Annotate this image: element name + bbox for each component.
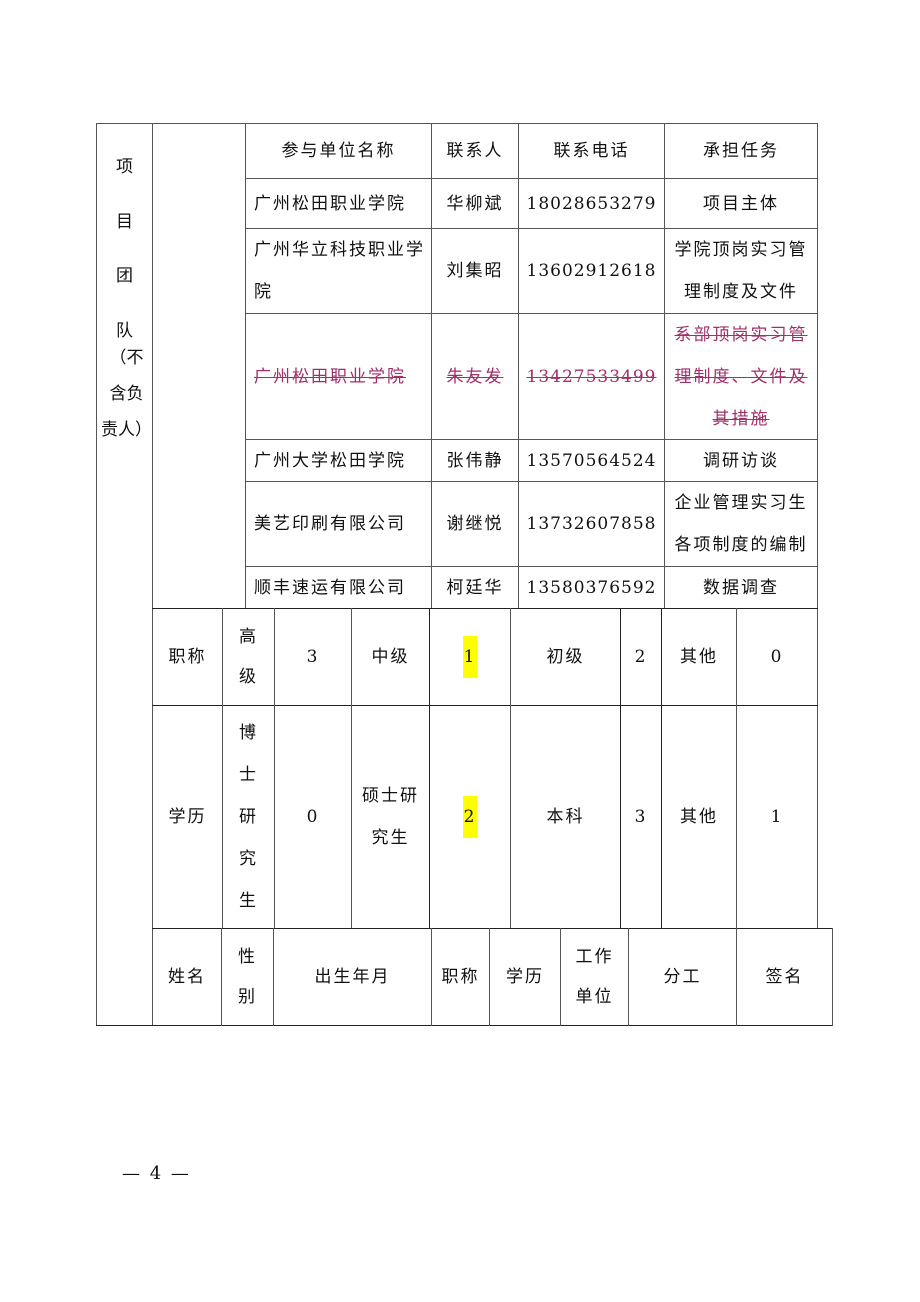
row-divider — [96, 1025, 833, 1026]
table-row-unit: 广州松田职业学院 — [254, 193, 406, 214]
table-row-contact-struck: 朱友发 — [432, 314, 518, 439]
label-char: 责人） — [101, 420, 152, 440]
education-other-count: 1 — [770, 807, 784, 827]
table-row-task: 数据调查 — [703, 577, 779, 598]
header-task: 承担任务 — [703, 141, 779, 161]
junior-label: 初级 — [546, 647, 585, 667]
bachelor-label: 本科 — [546, 807, 585, 827]
struck-text: 13427533499 — [526, 366, 657, 387]
struck-text: 朱友发 — [446, 366, 504, 387]
table-row-phone: 13732607858 — [526, 514, 657, 534]
table-row-phone: 13570564524 — [526, 450, 657, 471]
header-signature: 签名 — [765, 967, 804, 987]
table-row-contact: 张伟静 — [446, 450, 504, 471]
phd-label: 博士研究生 — [239, 723, 258, 911]
table-row-contact: 谢继悦 — [446, 514, 504, 534]
master-count: 2 — [462, 796, 478, 838]
header-division: 分工 — [663, 967, 702, 987]
table-row-task: 项目主体 — [703, 193, 779, 214]
header-title: 职称 — [441, 967, 480, 987]
table-row-phone: 13602912618 — [526, 261, 657, 281]
table-row-task: 调研访谈 — [703, 450, 779, 471]
table-row-phone: 18028653279 — [526, 193, 657, 214]
header-birth: 出生年月 — [314, 967, 391, 987]
table-row-phone: 13580376592 — [526, 577, 657, 598]
label-char: 含负 — [109, 384, 144, 404]
label-char: 目 — [116, 211, 133, 232]
table-row-task-struck: 系部顶岗实习管理制度、文件及其措施 — [665, 314, 817, 439]
table-row-contact: 华柳斌 — [446, 193, 504, 214]
table-row-unit: 美艺印刷有限公司 — [254, 514, 406, 534]
page-number: — 4 — — [122, 1163, 191, 1184]
team-section-label: 项 目 团 队 — [97, 140, 152, 358]
bachelor-count: 3 — [634, 807, 648, 827]
senior-label: 高级 — [239, 627, 258, 687]
phd-count: 0 — [306, 807, 320, 827]
struck-text: 广州松田职业学院 — [254, 366, 406, 387]
title-other-count: 0 — [770, 647, 784, 667]
table-border — [817, 123, 818, 928]
header-workplace: 工作单位 — [575, 947, 614, 1007]
struck-text: 系部顶岗实习管理制度、文件及其措施 — [674, 324, 808, 429]
header-phone: 联系电话 — [553, 141, 630, 161]
table-row-unit-struck: 广州松田职业学院 — [246, 314, 431, 439]
table-row-task: 学院顶岗实习管理制度及文件 — [674, 240, 808, 302]
master-label: 硕士研究生 — [362, 786, 419, 848]
header-education: 学历 — [506, 967, 544, 987]
header-name: 姓名 — [168, 967, 206, 987]
middle-count: 1 — [462, 636, 478, 678]
header-contact: 联系人 — [446, 141, 504, 161]
middle-count-cell: 1 — [430, 609, 510, 705]
label-char: 项 — [116, 157, 133, 177]
table-row-task: 企业管理实习生各项制度的编制 — [674, 493, 808, 555]
header-gender: 性别 — [238, 947, 257, 1007]
table-row-unit: 广州华立科技职业学院 — [254, 240, 425, 302]
education-row-label: 学历 — [168, 807, 207, 827]
table-row-unit: 广州大学松田学院 — [254, 450, 406, 471]
middle-label: 中级 — [371, 647, 410, 667]
title-other-label: 其他 — [680, 647, 718, 667]
label-char: （不 — [109, 348, 144, 368]
team-section-label-sub: （不 含负 责人） — [99, 340, 154, 448]
senior-count: 3 — [306, 647, 320, 667]
master-count-cell: 2 — [430, 706, 510, 928]
junior-count: 2 — [634, 647, 648, 667]
table-row-phone-struck: 13427533499 — [519, 314, 664, 439]
title-row-label: 职称 — [168, 647, 207, 667]
col-divider — [832, 928, 833, 1026]
table-row-contact: 刘集昭 — [446, 261, 504, 281]
education-other-label: 其他 — [680, 807, 718, 827]
header-unit-name: 参与单位名称 — [281, 141, 396, 161]
table-row-unit: 顺丰速运有限公司 — [254, 577, 406, 598]
label-char: 团 — [116, 266, 133, 286]
table-row-contact: 柯廷华 — [446, 577, 504, 598]
